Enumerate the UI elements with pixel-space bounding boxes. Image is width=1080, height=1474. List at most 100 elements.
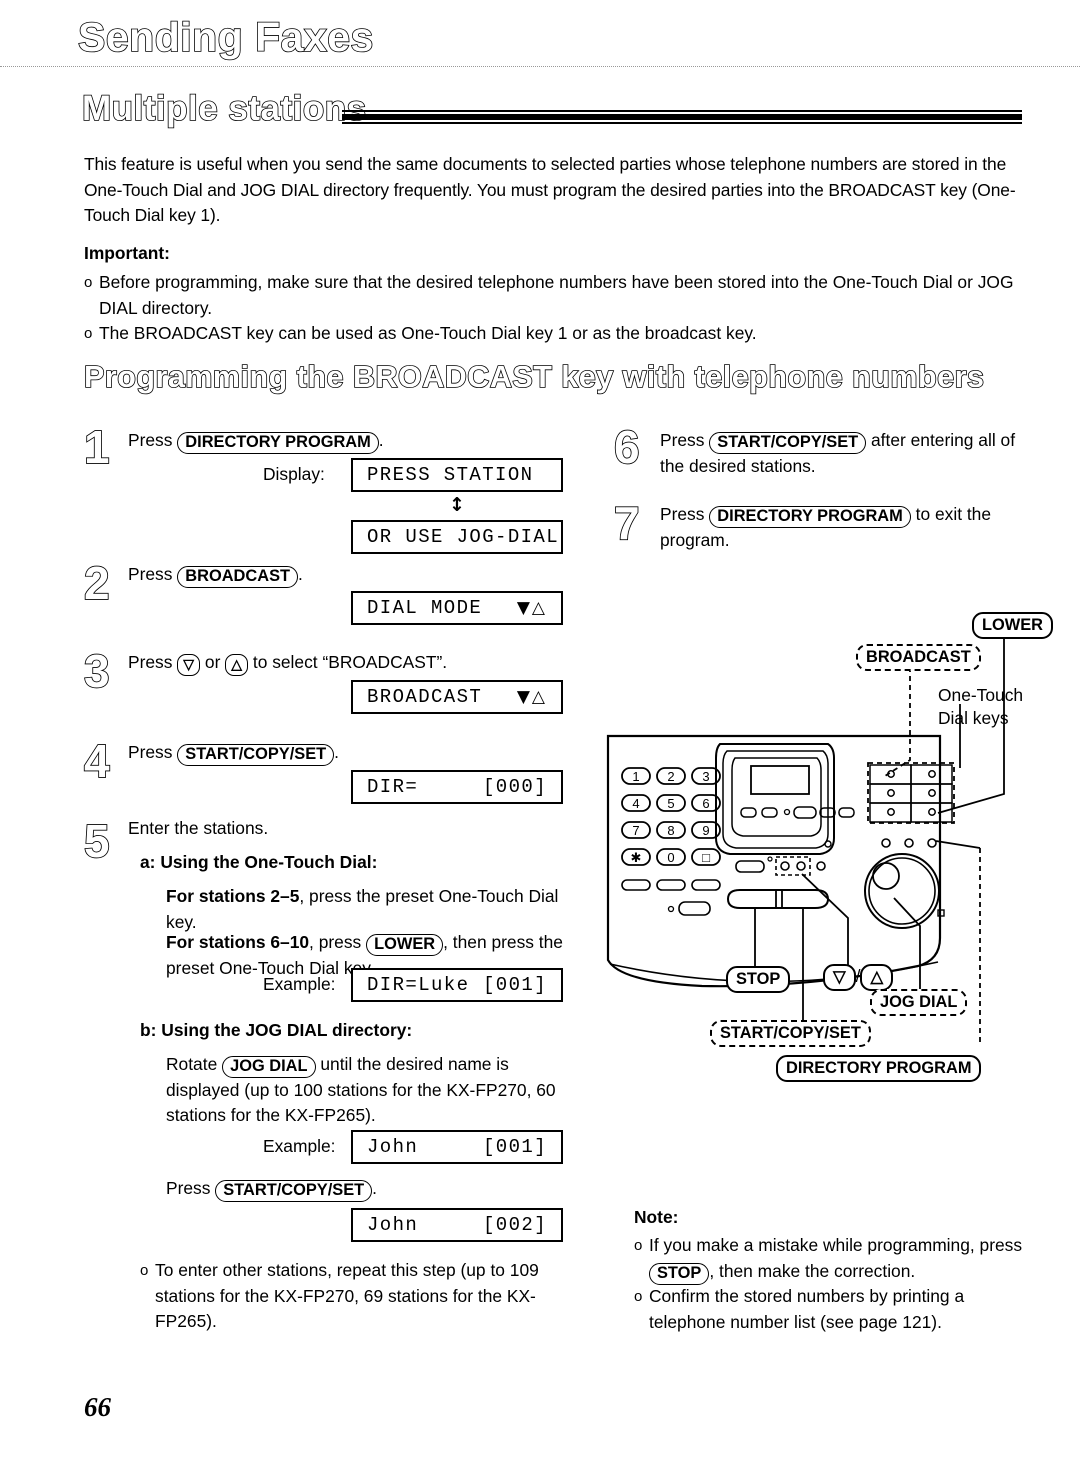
lcd-index: [001] <box>482 1136 547 1158</box>
example-caption-1: Example: <box>263 974 336 994</box>
svg-text:□: □ <box>702 850 710 865</box>
list-item-text: If you make a mistake while programming,… <box>649 1233 1034 1285</box>
step-number-4: 4 <box>83 735 110 787</box>
svg-text:6: 6 <box>702 796 709 811</box>
key-directory-program[interactable]: DIRECTORY PROGRAM <box>177 432 379 454</box>
lcd-display-john-002: John [002] <box>351 1208 563 1242</box>
svg-text:0: 0 <box>667 850 674 865</box>
step-number-1: 1 <box>83 421 110 473</box>
lcd-display-dial-mode: DIAL MODE ▼△ <box>351 591 563 625</box>
callout-start-copy-set[interactable]: START/COPY/SET <box>710 1020 871 1047</box>
list-item-text: To enter other stations, repeat this ste… <box>155 1260 539 1331</box>
fax-machine-illustration: 1 2 3 4 5 6 7 8 9 ✱ 0 □ <box>606 628 1005 1044</box>
chapter-divider <box>0 66 1080 69</box>
step-1-period: . <box>378 430 384 450</box>
step-number-3: 3 <box>83 645 110 697</box>
key-start-copy-set[interactable]: START/COPY/SET <box>709 432 867 454</box>
note-bullet-list: o If you make a mistake while programmin… <box>634 1233 1034 1335</box>
step-6-press-label: Press <box>660 430 705 450</box>
lcd-display-dir-000: DIR= [000] <box>351 770 563 804</box>
step-5b-heading: b: Using the JOG DIAL directory: <box>140 1018 580 1044</box>
callout-jog-dial[interactable]: JOG DIAL <box>870 989 968 1016</box>
step-1-press-label: Press <box>128 430 173 450</box>
step-5b-pre: Rotate <box>166 1054 218 1074</box>
key-start-copy-set[interactable]: START/COPY/SET <box>177 744 335 766</box>
lcd-text: DIAL MODE <box>367 597 483 619</box>
svg-text:4: 4 <box>632 796 639 811</box>
important-label: Important: <box>84 243 170 263</box>
list-item: o To enter other stations, repeat this s… <box>140 1258 580 1335</box>
step-5b-press-period: . <box>372 1178 377 1198</box>
step-5b-press: Press START/COPY/SET. <box>166 1176 586 1202</box>
list-item-text: Confirm the stored numbers by printing a… <box>649 1286 965 1332</box>
callout-directory-program[interactable]: DIRECTORY PROGRAM <box>776 1055 982 1082</box>
svg-text:1: 1 <box>632 769 639 784</box>
step-3-text: Press ▽ or △ to select “BROADCAST”. <box>128 650 588 676</box>
callout-broadcast[interactable]: BROADCAST <box>856 644 981 671</box>
lcd-text: OR USE JOG-DIAL <box>367 526 560 548</box>
key-stop[interactable]: STOP <box>649 1262 710 1285</box>
chapter-title: Sending Faxes <box>77 13 374 61</box>
key-directory-program[interactable]: DIRECTORY PROGRAM <box>709 506 911 528</box>
step-6-text: Press START/COPY/SET after entering all … <box>660 428 1030 479</box>
svg-text:7: 7 <box>632 823 639 838</box>
lcd-display-john-001: John [001] <box>351 1130 563 1164</box>
step-2-press-label: Press <box>128 564 173 584</box>
svg-text:8: 8 <box>667 823 674 838</box>
lcd-index: [002] <box>482 1214 547 1236</box>
lcd-indicator: ▼△ <box>516 598 547 618</box>
note-1-post: , then make the correction. <box>709 1260 916 1281</box>
toggle-arrow-icon: ↕ <box>449 494 465 516</box>
step-3-or-label: or <box>204 652 221 672</box>
bullet-icon: o <box>634 1237 643 1254</box>
step-3-press-label: Press <box>128 652 173 672</box>
note-1-pre: If you make a mistake while programming,… <box>649 1235 1023 1255</box>
list-item-text: Before programming, make sure that the d… <box>99 272 1014 318</box>
key-jog-dial[interactable]: JOG DIAL <box>222 1056 316 1078</box>
lcd-text: John <box>367 1136 419 1158</box>
list-item: o The BROADCAST key can be used as One-T… <box>84 321 1024 347</box>
lcd-display-press-station: PRESS STATION <box>351 458 563 492</box>
svg-text:3: 3 <box>702 769 709 784</box>
note-label: Note: <box>634 1207 679 1227</box>
lcd-text: DIR=Luke <box>367 974 470 996</box>
key-start-copy-set[interactable]: START/COPY/SET <box>215 1180 373 1202</box>
key-up-arrow[interactable]: △ <box>225 654 249 676</box>
key-broadcast[interactable]: BROADCAST <box>177 566 299 588</box>
lcd-index: [000] <box>482 776 547 798</box>
step-7-text: Press DIRECTORY PROGRAM to exit the prog… <box>660 502 1030 553</box>
bullet-icon: o <box>140 1262 149 1279</box>
lcd-text: PRESS STATION <box>367 464 534 486</box>
step-5-note-list: o To enter other stations, repeat this s… <box>140 1258 580 1335</box>
section-title: Multiple stations <box>81 88 367 129</box>
lcd-display-or-use-jog-dial: OR USE JOG-DIAL <box>351 520 563 554</box>
intro-paragraph: This feature is useful when you send the… <box>84 154 1016 225</box>
step-5b-press-label: Press <box>166 1178 211 1198</box>
page-number: 66 <box>84 1392 111 1422</box>
section-rule <box>342 108 1022 124</box>
step-5a-label: a: <box>140 852 156 872</box>
step-5a-line2-mid: , press <box>309 932 362 952</box>
lcd-text: BROADCAST <box>367 686 483 708</box>
step-4-period: . <box>334 742 339 762</box>
bullet-icon: o <box>634 1288 643 1305</box>
lcd-display-broadcast: BROADCAST ▼△ <box>351 680 563 714</box>
key-lower[interactable]: LOWER <box>366 934 444 956</box>
bullet-icon: o <box>84 274 93 291</box>
lcd-text: DIR= <box>367 776 419 798</box>
example-caption-2: Example: <box>263 1136 336 1156</box>
callout-lower[interactable]: LOWER <box>972 612 1054 639</box>
lcd-indicator: ▼△ <box>516 687 547 707</box>
step-number-5: 5 <box>83 815 110 867</box>
step-5a-line1-bold: For stations 2–5 <box>166 886 300 906</box>
step-1-text: Press DIRECTORY PROGRAM. <box>128 428 568 454</box>
callout-down-arrow[interactable]: ▽ <box>823 964 856 991</box>
key-down-arrow[interactable]: ▽ <box>177 654 201 676</box>
step-5a-heading: a: Using the One-Touch Dial: <box>140 850 580 876</box>
callout-stop[interactable]: STOP <box>726 966 791 993</box>
callout-up-arrow[interactable]: △ <box>860 964 894 991</box>
step-4-press-label: Press <box>128 742 173 762</box>
list-item-text: The BROADCAST key can be used as One-Tou… <box>99 323 757 343</box>
lcd-index: [001] <box>482 974 547 996</box>
procedure-heading: Programming the BROADCAST key with telep… <box>83 359 985 395</box>
